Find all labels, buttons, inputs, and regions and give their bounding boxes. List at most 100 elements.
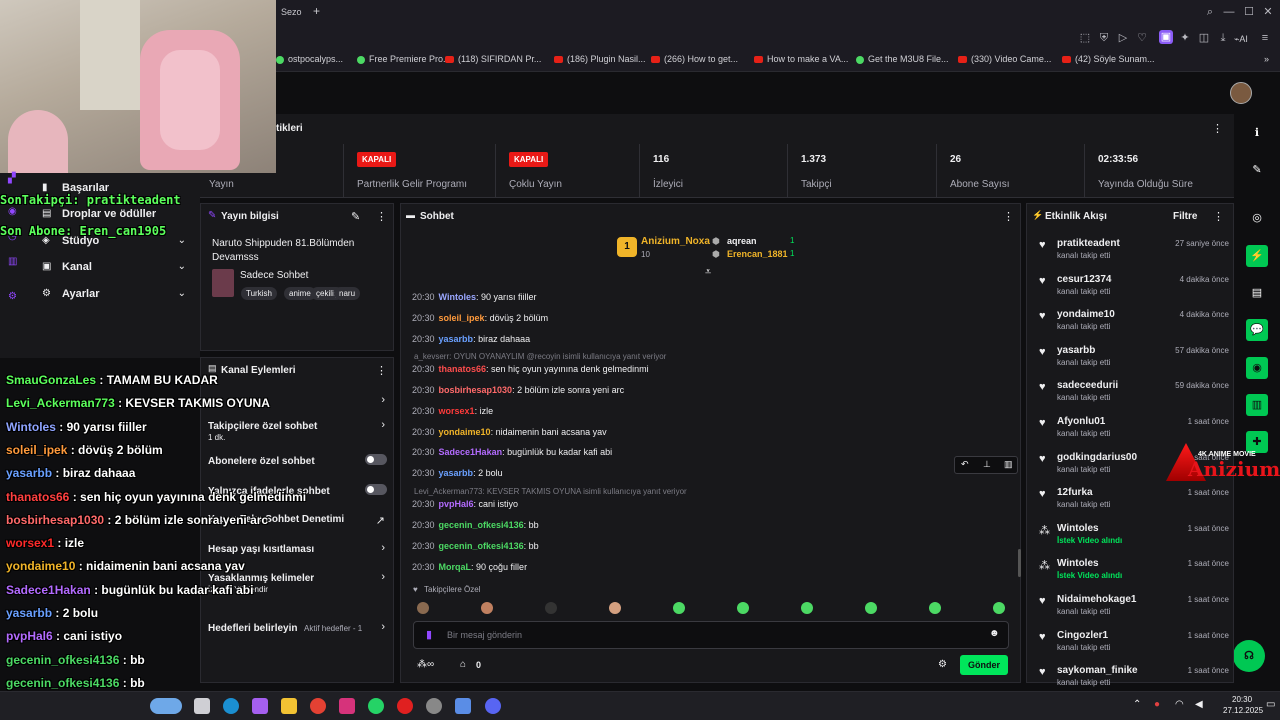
folder-icon[interactable] — [281, 698, 297, 714]
emote-icon[interactable] — [993, 602, 1005, 614]
feed-event[interactable]: ⁂ Wintoles İstek Video alındı 1 saat önce — [1039, 523, 1229, 557]
tray-chevron-icon[interactable]: ⌃ — [1133, 699, 1141, 710]
new-tab-icon[interactable]: + — [313, 4, 320, 18]
bits-icon[interactable]: ⁂∞ — [417, 659, 434, 670]
chat-message[interactable]: 20:30 soleil_ipek: dövüş 2 bölüm — [412, 313, 548, 323]
event-user[interactable]: Cingozler1 — [1057, 630, 1108, 641]
action-1[interactable]: Takipçilere özel sohbet — [208, 421, 317, 432]
close-icon[interactable]: ✕ — [1261, 5, 1275, 19]
camera-icon[interactable]: ◎ — [1246, 207, 1268, 229]
reply-icon[interactable]: ↶ — [961, 459, 969, 470]
info-icon[interactable]: ℹ — [1246, 122, 1268, 144]
chat-message[interactable]: 20:30 bosbirhesap1030: 2 bölüm izle sonra… — [412, 385, 624, 395]
instagram-icon[interactable] — [339, 698, 355, 714]
emote-icon[interactable] — [929, 602, 941, 614]
category-name[interactable]: Sadece Sohbet — [240, 270, 308, 281]
action-4[interactable]: Yapay Zeka Sohbet Denetimi — [208, 514, 344, 525]
taskview-icon[interactable] — [194, 698, 210, 714]
chat-message[interactable]: 20:30 pvpHal6: cani istiyo — [412, 499, 518, 509]
search-icon[interactable]: ⌕ — [1203, 5, 1217, 19]
chat-message[interactable]: 20:30 worsex1: izle — [412, 406, 493, 416]
message-user[interactable]: MorqaL — [439, 562, 472, 572]
edge-icon[interactable] — [223, 698, 239, 714]
event-user[interactable]: Nidaimehokage1 — [1057, 594, 1136, 605]
message-user[interactable]: gecenin_ofkesi4136 — [439, 541, 524, 551]
puzzle-icon[interactable]: ✦ — [1178, 31, 1192, 45]
chevron-right-icon[interactable]: › — [381, 542, 385, 554]
event-user[interactable]: yasarbb — [1057, 345, 1095, 356]
emote-icon[interactable] — [865, 602, 877, 614]
browser-tab-label[interactable]: Sezo — [281, 7, 302, 17]
broadcast-icon[interactable]: ◉ — [1246, 357, 1268, 379]
event-user[interactable]: cesur12374 — [1057, 274, 1112, 285]
emote-icon[interactable] — [737, 602, 749, 614]
emoji-icon[interactable]: ☻ — [989, 628, 1000, 639]
circle-icon[interactable]: ◉ — [8, 206, 17, 217]
chat-message[interactable]: 20:30 yondaime10: nidaimenin bani acsana … — [412, 427, 607, 437]
event-user[interactable]: Afyonlu01 — [1057, 416, 1105, 427]
chevron-down-icon[interactable]: ⌄ — [178, 235, 186, 246]
bookmark-item[interactable]: (42) Söyle Sunam... — [1062, 54, 1155, 64]
support-icon[interactable]: ☊ — [1233, 640, 1265, 672]
event-user[interactable]: Wintoles — [1057, 558, 1099, 569]
event-user[interactable]: godkingdarius00 — [1057, 452, 1137, 463]
event-user[interactable]: yondaime10 — [1057, 309, 1115, 320]
message-user[interactable]: thanatos66 — [439, 364, 487, 374]
pencil-icon[interactable]: ✎ — [1246, 159, 1268, 181]
filter-button[interactable]: Filtre — [1173, 211, 1197, 222]
feed-event[interactable]: ♥ yondaime10 kanalı takip etti 4 dakika önc… — [1039, 309, 1229, 343]
feed-event[interactable]: ♥ Nidaimehokage1 kanalı takip etti 1 saat ö… — [1039, 594, 1229, 628]
info-menu-icon[interactable]: ⋮ — [376, 210, 387, 223]
collapse-icon[interactable]: ⩡ — [705, 266, 711, 279]
volume-icon[interactable]: ◀ — [1195, 699, 1203, 710]
feed-event[interactable]: ♥ yasarbb kanalı takip etti 57 dakika önce — [1039, 345, 1229, 379]
feed-event[interactable]: ♥ cesur12374 kanalı takip etti 4 dakika önc… — [1039, 274, 1229, 308]
obs-icon[interactable] — [426, 698, 442, 714]
chat-message[interactable]: 20:30 Sadece1Hakan: bugünlük bu kadar kaf… — [412, 447, 612, 457]
message-user[interactable]: pvpHal6 — [439, 499, 474, 509]
message-user[interactable]: gecenin_ofkesi4136 — [439, 520, 524, 530]
edit-info-icon[interactable]: ✎ — [351, 210, 360, 223]
stats-menu-icon[interactable]: ⋮ — [1212, 122, 1223, 135]
bookmark-item[interactable]: (330) Video Came... — [958, 54, 1051, 64]
chat-message[interactable]: 20:30 yasarbb: 2 bolu — [412, 468, 503, 478]
event-user[interactable]: Wintoles — [1057, 523, 1099, 534]
store-icon[interactable]: ⌂ — [460, 659, 466, 670]
chevron-right-icon[interactable]: › — [381, 394, 385, 406]
bookmark-item[interactable]: How to make a VA... — [754, 54, 848, 64]
chat-message[interactable]: 20:30 gecenin_ofkesi4136: bb — [412, 520, 539, 530]
message-user[interactable]: Sadece1Hakan — [439, 447, 503, 457]
message-user[interactable]: yondaime10 — [439, 427, 491, 437]
delete-icon[interactable]: ▥ — [1004, 459, 1013, 470]
message-user[interactable]: yasarbb — [439, 468, 474, 478]
ai-button[interactable]: ⌁AI — [1234, 34, 1248, 45]
shield-icon[interactable]: ⛨ — [1097, 31, 1111, 45]
emote-icon[interactable] — [673, 602, 685, 614]
leader-name-0[interactable]: Anizium_Noxa — [641, 236, 710, 247]
wifi-icon[interactable]: ◠ — [1175, 699, 1184, 710]
graph-icon[interactable]: ↗ — [376, 514, 385, 527]
chevron-right-icon[interactable]: › — [381, 571, 385, 583]
action-7[interactable]: Hedefleri belirleyin — [208, 623, 297, 634]
whatsapp-icon[interactable] — [368, 698, 384, 714]
feed-event[interactable]: ♥ Cingozler1 kanalı takip etti 1 saat önce — [1039, 630, 1229, 664]
feed-menu-icon[interactable]: ⋮ — [1213, 210, 1224, 223]
opera-icon[interactable] — [397, 698, 413, 714]
action-3[interactable]: Yalnızca ifadelerle sohbet — [208, 486, 330, 497]
bookmark-item[interactable]: (118) SIFIRDAN Pr... — [445, 54, 541, 64]
nav-item-4[interactable]: Ayarlar — [62, 288, 100, 300]
clock-time[interactable]: 20:30 — [1232, 695, 1252, 704]
app-icon[interactable] — [455, 698, 471, 714]
feed-event[interactable]: ♥ 12furka kanalı takip etti 1 saat önce — [1039, 487, 1229, 521]
chat-message[interactable]: 20:30 thanatos66: sen hiç oyun yayınına d… — [412, 364, 649, 374]
message-user[interactable]: soleil_ipek — [439, 313, 485, 323]
extension-icon[interactable]: ▣ — [1159, 30, 1173, 44]
event-user[interactable]: sadeceedurii — [1057, 380, 1118, 391]
message-user[interactable]: Wintoles — [439, 292, 476, 302]
chat-message[interactable]: 20:30 Wintoles: 90 yarısı fiiller — [412, 292, 536, 302]
chat-input[interactable]: ▮ Bir mesaj gönderin ☻ — [413, 621, 1009, 649]
screenshot-icon[interactable]: ⬚ — [1078, 31, 1092, 45]
actions-menu-icon[interactable]: ⋮ — [376, 364, 387, 377]
event-user[interactable]: pratikteadent — [1057, 238, 1120, 249]
download-icon[interactable]: ⤓ — [1216, 31, 1230, 45]
